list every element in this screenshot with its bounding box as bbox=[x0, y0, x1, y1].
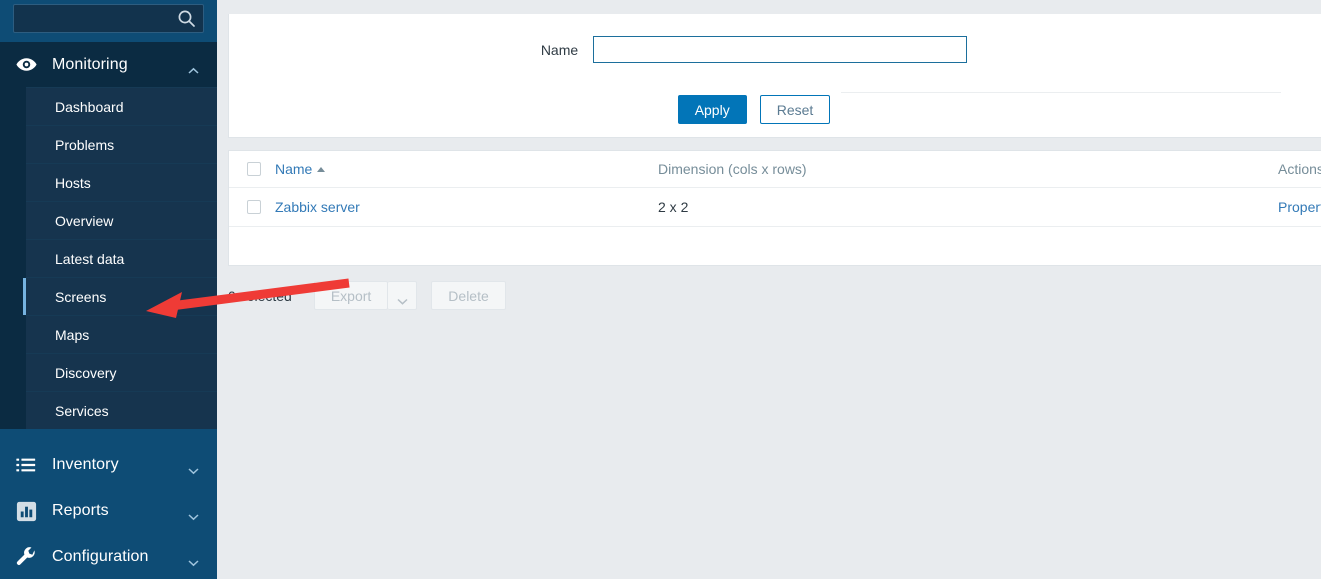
sidebar-item-overview[interactable]: Overview bbox=[26, 201, 217, 239]
row-checkbox[interactable] bbox=[247, 200, 261, 214]
filter-name-label: Name bbox=[540, 41, 579, 58]
sidebar-section-label: Monitoring bbox=[52, 55, 128, 73]
eye-icon bbox=[14, 53, 38, 77]
sidebar-section-monitoring[interactable]: Monitoring bbox=[0, 42, 217, 87]
reset-button[interactable]: Reset bbox=[759, 95, 831, 124]
app-root: Monitoring Dashboard Problems Hosts Over… bbox=[0, 0, 1321, 579]
sidebar-section-configuration[interactable]: Configuration bbox=[0, 534, 217, 579]
export-button-group: Export bbox=[313, 281, 418, 310]
sidebar-item-label: Overview bbox=[55, 212, 114, 229]
selected-count-label: 0 selected bbox=[228, 287, 292, 304]
sidebar-item-maps[interactable]: Maps bbox=[26, 315, 217, 353]
table-row: Zabbix server 2 x 2 Properties bbox=[229, 187, 1321, 227]
export-button[interactable]: Export bbox=[313, 281, 389, 310]
row-actions-cell: Properties bbox=[1278, 187, 1321, 227]
sidebar-nav-bottom: Inventory Reports Configuration bbox=[0, 442, 217, 579]
sidebar-section-label: Configuration bbox=[52, 548, 149, 565]
sidebar-item-label: Hosts bbox=[55, 174, 91, 191]
apply-button[interactable]: Apply bbox=[677, 95, 747, 124]
export-dropdown-button[interactable] bbox=[388, 281, 418, 310]
table-header-row: Name Dimension (cols x rows) Actions bbox=[229, 151, 1321, 188]
sidebar-nav-top: Monitoring Dashboard Problems Hosts Over… bbox=[0, 42, 217, 429]
sidebar-item-problems[interactable]: Problems bbox=[26, 125, 217, 163]
column-header-dimension-label: Dimension (cols x rows) bbox=[658, 161, 807, 177]
row-select-cell bbox=[229, 187, 275, 227]
screens-table-panel: Name Dimension (cols x rows) Actions Zab… bbox=[228, 150, 1321, 266]
column-header-actions-label: Actions bbox=[1278, 161, 1321, 177]
search-icon[interactable] bbox=[177, 9, 196, 28]
screens-table: Name Dimension (cols x rows) Actions Zab… bbox=[229, 151, 1321, 227]
sidebar-item-latest-data[interactable]: Latest data bbox=[26, 239, 217, 277]
column-header-name-link[interactable]: Name bbox=[275, 161, 312, 177]
main-content: Name Apply Reset Name Dimension (cols x … bbox=[217, 0, 1321, 579]
column-header-dimension: Dimension (cols x rows) bbox=[658, 151, 1278, 188]
sidebar-item-label: Screens bbox=[55, 288, 107, 305]
chevron-down-icon[interactable] bbox=[188, 554, 199, 567]
select-all-checkbox[interactable] bbox=[247, 162, 261, 176]
chevron-up-icon[interactable] bbox=[188, 61, 199, 74]
sidebar-item-services[interactable]: Services bbox=[26, 391, 217, 429]
sidebar-item-label: Dashboard bbox=[55, 98, 124, 115]
filter-divider bbox=[841, 92, 1281, 93]
sidebar-item-label: Latest data bbox=[55, 250, 125, 267]
row-name-cell: Zabbix server bbox=[275, 187, 658, 227]
filter-actions: Apply Reset bbox=[229, 95, 1279, 124]
sidebar-item-discovery[interactable]: Discovery bbox=[26, 353, 217, 391]
sidebar-item-screens[interactable]: Screens bbox=[23, 277, 217, 315]
sidebar-section-inventory[interactable]: Inventory bbox=[0, 442, 217, 488]
table-footer-actions: 0 selected Export Delete bbox=[228, 281, 1318, 310]
search-input[interactable] bbox=[14, 5, 174, 32]
bar-chart-icon bbox=[14, 499, 38, 523]
filter-name-input[interactable] bbox=[593, 36, 968, 63]
sidebar-item-label: Services bbox=[55, 402, 109, 419]
chevron-down-icon bbox=[397, 292, 408, 305]
sidebar-search[interactable] bbox=[13, 4, 204, 33]
wrench-icon bbox=[14, 545, 38, 569]
sidebar-item-label: Maps bbox=[55, 326, 90, 343]
sidebar-item-dashboard[interactable]: Dashboard bbox=[26, 87, 217, 125]
delete-button[interactable]: Delete bbox=[431, 281, 506, 310]
column-header-actions: Actions bbox=[1278, 151, 1321, 188]
properties-link[interactable]: Properties bbox=[1278, 199, 1321, 215]
sidebar-item-label: Problems bbox=[55, 136, 115, 153]
sidebar: Monitoring Dashboard Problems Hosts Over… bbox=[0, 0, 217, 579]
filter-panel: Name Apply Reset bbox=[228, 14, 1321, 138]
column-header-name[interactable]: Name bbox=[275, 151, 658, 188]
filter-name-row: Name bbox=[229, 36, 1279, 63]
row-dimension-cell: 2 x 2 bbox=[658, 187, 1278, 227]
screen-name-link[interactable]: Zabbix server bbox=[275, 199, 360, 215]
sidebar-item-hosts[interactable]: Hosts bbox=[26, 163, 217, 201]
chevron-down-icon[interactable] bbox=[188, 508, 199, 521]
sort-ascending-icon bbox=[317, 166, 326, 172]
sidebar-item-label: Discovery bbox=[55, 364, 117, 381]
sidebar-section-label: Inventory bbox=[52, 456, 119, 473]
list-icon bbox=[14, 453, 38, 477]
sidebar-submenu-monitoring: Dashboard Problems Hosts Overview Latest… bbox=[0, 87, 217, 429]
sidebar-section-reports[interactable]: Reports bbox=[0, 488, 217, 534]
sidebar-section-label: Reports bbox=[52, 502, 109, 519]
chevron-down-icon[interactable] bbox=[188, 462, 199, 475]
select-all-header bbox=[229, 151, 275, 188]
